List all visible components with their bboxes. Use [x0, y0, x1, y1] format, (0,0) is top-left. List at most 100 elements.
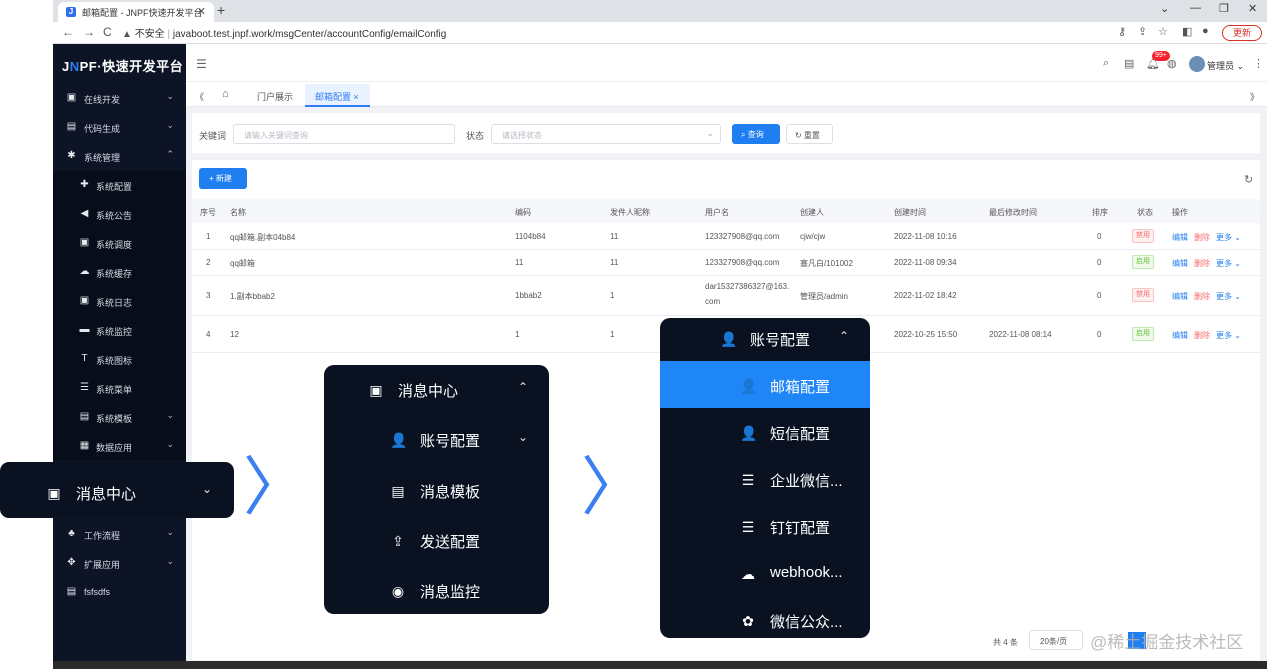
extend-icon: ✥ — [67, 557, 76, 568]
file-icon: ▤ — [66, 586, 77, 597]
page-size-select[interactable]: 20条/页 — [1029, 630, 1083, 650]
forward-icon[interactable]: → — [83, 25, 95, 39]
reset-button[interactable]: ↻ 重置 — [786, 124, 833, 144]
cell-creator: 管理员/admin — [800, 292, 849, 301]
schedule-icon: ▣ — [79, 237, 90, 248]
row-actions: 编辑 删除 更多 ⌄ — [1172, 330, 1241, 341]
browser-tab-bar — [53, 0, 1267, 22]
cell-created: 2022-10-25 15:50 — [894, 330, 958, 339]
sidebar-item-template[interactable]: ▤ 系统模板 ⌄ — [53, 403, 186, 431]
sidebar-item-data-app[interactable]: ▦ 数据应用 ⌄ — [53, 432, 186, 460]
sidebar-item-menu[interactable]: ☰ 系统菜单 — [53, 374, 186, 402]
hamburger-icon[interactable]: ☰ — [196, 57, 207, 71]
dingtalk-config-item[interactable]: ☰ 钉钉配置 — [740, 517, 860, 537]
sidebar-item-log[interactable]: ▣ 系统日志 — [53, 287, 186, 315]
sidebar-item-system-mgmt[interactable]: ✱ 系统管理 ⌃ — [53, 142, 186, 170]
webhook-config-item[interactable]: ☁ webhook... — [740, 564, 865, 584]
col-created: 创建时间 — [894, 208, 926, 217]
wecom-config-item[interactable]: ☰ 企业微信... — [740, 470, 865, 490]
sidepanel-icon[interactable]: ◧ — [1182, 25, 1192, 38]
sidebar-item-extend[interactable]: ✥ 扩展应用 ⌄ — [53, 549, 186, 577]
wechat-official-item[interactable]: ✿ 微信公众... — [740, 611, 865, 631]
profile-icon[interactable]: ● — [1202, 25, 1209, 37]
avatar[interactable] — [1189, 56, 1205, 72]
cell-sort: 0 — [1097, 291, 1102, 300]
search-icon[interactable]: ⌕ — [1103, 57, 1109, 70]
account-config-header[interactable]: 👤 账号配置 — [720, 329, 840, 349]
message-icon: ▣ — [369, 382, 383, 398]
key-icon[interactable]: ⚷ — [1118, 25, 1126, 38]
cell-created: 2022-11-08 10:16 — [894, 232, 957, 241]
send-config-item[interactable]: ⇪ 发送配置 — [390, 531, 510, 551]
list-icon: ☰ — [741, 519, 755, 535]
cell-name: qq邮箱 — [230, 259, 255, 268]
sidebar-item-icons[interactable]: T 系统图标 — [53, 345, 186, 373]
cell-sender: 1 — [610, 330, 615, 339]
maximize-icon[interactable]: ❐ — [1219, 2, 1229, 15]
cell-sender: 11 — [610, 232, 619, 241]
delete-link[interactable]: 删除 — [1194, 233, 1210, 242]
sidebar-item-monitor[interactable]: ▬ 系统监控 — [53, 316, 186, 344]
sidebar-item-announcement[interactable]: ◀ 系统公告 — [53, 200, 186, 228]
user-menu[interactable]: 管理员 ⌄ — [1207, 59, 1244, 72]
edit-link[interactable]: 编辑 — [1172, 331, 1188, 340]
message-monitor-item[interactable]: ◉ 消息监控 — [390, 581, 510, 601]
share-icon[interactable]: ⇪ — [1138, 25, 1147, 38]
more-link[interactable]: 更多 ⌄ — [1216, 259, 1241, 268]
sidebar-item-online-dev[interactable]: ▣ 在线开发 ⌄ — [53, 84, 186, 112]
more-link[interactable]: 更多 ⌄ — [1216, 331, 1241, 340]
status-badge: 启用 — [1132, 327, 1154, 341]
sidebar-item-fsfsdfs[interactable]: ▤ fsfsdfs — [53, 578, 186, 606]
omnibox[interactable]: ▲ 不安全 | javaboot.test.jnpf.work/msgCente… — [122, 25, 446, 40]
browser-tab[interactable]: J 邮箱配置 - JNPF快速开发平台 ✕ — [58, 2, 214, 22]
star-icon[interactable]: ☆ — [1158, 25, 1168, 38]
message-center-item[interactable]: ▣ 消息中心 — [46, 483, 166, 503]
message-template-item[interactable]: ▤ 消息模板 — [390, 481, 510, 501]
back-icon[interactable]: ← — [62, 25, 74, 39]
more-link[interactable]: 更多 ⌄ — [1216, 233, 1241, 242]
account-config-item[interactable]: 👤 账号配置 — [390, 430, 510, 450]
sidebar-item-system-config[interactable]: ✚ 系统配置 — [53, 171, 186, 199]
minimize-icon[interactable]: — — [1190, 2, 1201, 14]
sms-config-item[interactable]: 👤 短信配置 — [740, 423, 860, 443]
edit-link[interactable]: 编辑 — [1172, 292, 1188, 301]
edit-link[interactable]: 编辑 — [1172, 233, 1188, 242]
tab-portal[interactable]: 门户展示 — [257, 90, 293, 103]
home-icon[interactable]: ⌂ — [222, 88, 229, 100]
sidebar-item-workflow[interactable]: ♣ 工作流程 ⌄ — [53, 520, 186, 548]
more-link[interactable]: 更多 ⌄ — [1216, 292, 1241, 301]
delete-link[interactable]: 删除 — [1194, 259, 1210, 268]
more-vertical-icon[interactable]: ⋮ — [1253, 57, 1264, 70]
chevron-down-icon: ⌄ — [166, 410, 174, 420]
globe-icon[interactable]: ◍ — [1167, 57, 1177, 70]
cell-sender: 1 — [610, 291, 615, 300]
close-tab-icon[interactable]: ✕ — [197, 5, 206, 18]
col-status: 状态 — [1137, 208, 1153, 217]
query-button[interactable]: ⌕ 查询 — [732, 124, 780, 144]
delete-link[interactable]: 删除 — [1194, 292, 1210, 301]
icon-lib-icon: T — [81, 353, 88, 364]
reload-icon[interactable]: C — [103, 25, 112, 39]
sidebar-item-cache[interactable]: ☁ 系统缓存 — [53, 258, 186, 286]
close-window-icon[interactable]: ✕ — [1248, 2, 1257, 15]
sidebar-item-codegen[interactable]: ▤ 代码生成 ⌄ — [53, 113, 186, 141]
email-config-item[interactable]: 👤 邮箱配置 — [740, 376, 860, 396]
tab-search-icon[interactable]: ⌄ — [1160, 2, 1169, 15]
announce-icon: ◀ — [80, 208, 89, 219]
status-select[interactable]: 请选择状态 ⌄ — [491, 124, 721, 144]
message-center-header[interactable]: ▣ 消息中心 — [368, 380, 488, 400]
expand-tabs-icon[interactable]: 》 — [1250, 90, 1259, 103]
collapse-tabs-icon[interactable]: 《 — [195, 90, 204, 103]
sidebar-item-schedule[interactable]: ▣ 系统调度 — [53, 229, 186, 257]
refresh-icon[interactable]: ↻ — [1244, 173, 1253, 186]
delete-link[interactable]: 删除 — [1194, 331, 1210, 340]
new-button[interactable]: + 新建 — [199, 168, 247, 189]
url-text: javaboot.test.jnpf.work/msgCenter/accoun… — [172, 29, 447, 40]
keyword-input[interactable]: 请输入关键词查询 — [233, 124, 455, 144]
doc-icon[interactable]: ▤ — [1124, 57, 1134, 70]
new-tab-button[interactable]: + — [217, 2, 225, 18]
cell-sender: 11 — [610, 258, 619, 267]
edit-link[interactable]: 编辑 — [1172, 259, 1188, 268]
tab-email-config[interactable]: 邮箱配置 × — [305, 84, 370, 107]
update-button[interactable]: 更新 — [1222, 25, 1262, 41]
